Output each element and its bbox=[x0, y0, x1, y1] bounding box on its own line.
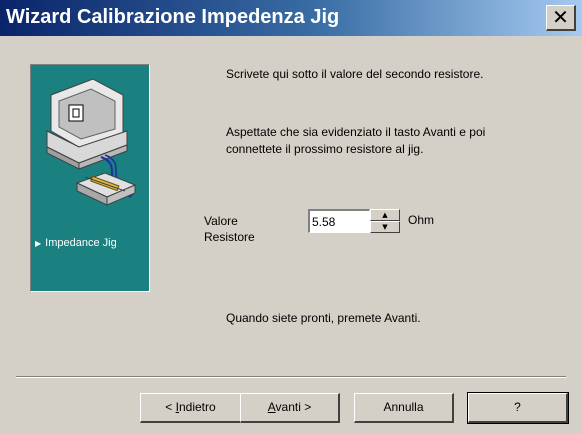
cancel-button[interactable]: Annulla bbox=[354, 393, 454, 423]
wizard-side-panel: ▶ Impedance Jig bbox=[30, 64, 150, 292]
back-button[interactable]: < Indietro bbox=[140, 393, 242, 423]
computer-jig-illustration bbox=[46, 78, 137, 206]
next-button[interactable]: Avanti > bbox=[240, 393, 340, 423]
side-panel-label: ▶ Impedance Jig bbox=[35, 237, 117, 249]
resistor-value-input[interactable] bbox=[308, 209, 370, 233]
arrow-right-icon: ▶ bbox=[35, 239, 42, 248]
back-button-prefix: < bbox=[165, 400, 176, 414]
side-panel-label-text: Impedance Jig bbox=[45, 237, 117, 249]
wizard-dialog: Wizard Calibrazione Impedenza Jig ✕ ▶ Im… bbox=[0, 0, 582, 434]
button-separator bbox=[16, 376, 566, 378]
help-button[interactable]: ? bbox=[467, 392, 569, 424]
spin-down-button[interactable]: ▼ bbox=[370, 221, 400, 233]
spin-up-button[interactable]: ▲ bbox=[370, 209, 400, 221]
title-bar[interactable]: Wizard Calibrazione Impedenza Jig ✕ bbox=[0, 0, 582, 36]
instruction-paragraph-2: Aspettate che sia evidenziato il tasto A… bbox=[226, 125, 486, 156]
instruction-paragraph-1: Scrivete qui sotto il valore del secondo… bbox=[226, 67, 484, 81]
back-button-rest: ndietro bbox=[178, 400, 216, 414]
footer-instruction: Quando siete pronti, premete Avanti. bbox=[226, 311, 421, 325]
triangle-down-icon: ▼ bbox=[382, 223, 388, 231]
window-title: Wizard Calibrazione Impedenza Jig bbox=[6, 6, 340, 28]
next-button-rest: vanti > bbox=[275, 400, 312, 414]
resistor-value-spinner: ▲ ▼ bbox=[370, 209, 400, 233]
unit-label: Ohm bbox=[408, 213, 435, 227]
resistor-value-label: Valore Resistore bbox=[204, 214, 255, 244]
close-icon: ✕ bbox=[552, 5, 569, 29]
next-button-mnemonic: A bbox=[267, 400, 276, 414]
triangle-up-icon: ▲ bbox=[382, 211, 388, 219]
close-button[interactable]: ✕ bbox=[546, 5, 576, 31]
